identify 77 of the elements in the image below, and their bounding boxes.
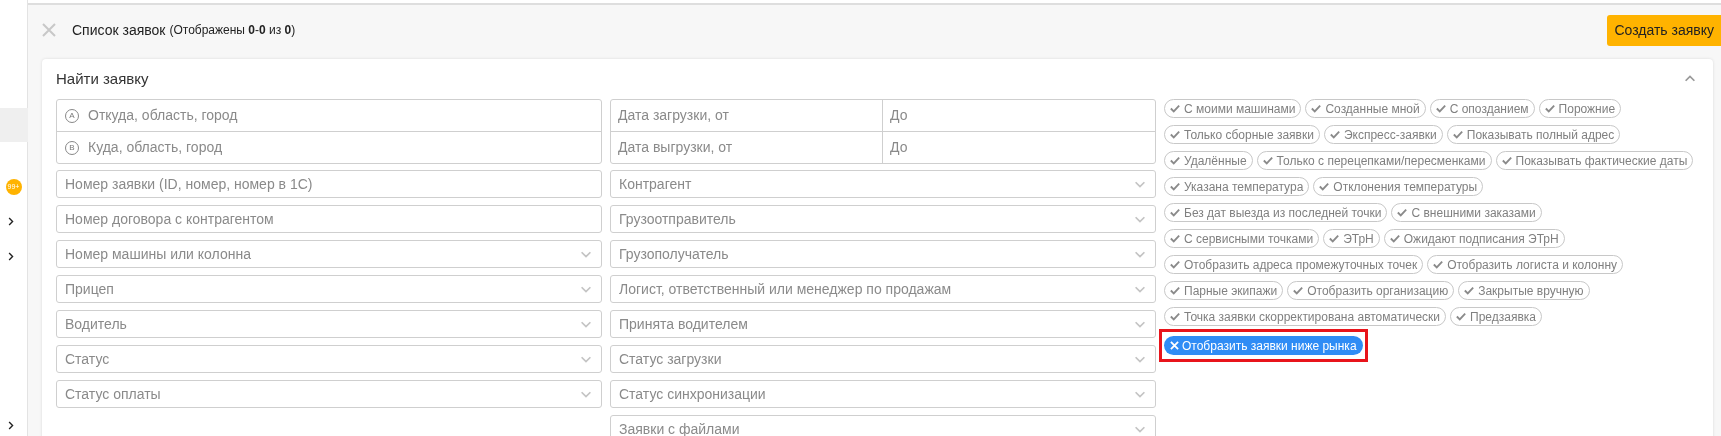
filter-tag[interactable]: Созданные мной [1305,99,1426,118]
sidebar-item-highlight[interactable] [0,108,28,142]
filter-tag[interactable]: Только сборные заявки [1164,125,1320,144]
filter-tag[interactable]: Отобразить организацию [1287,281,1455,300]
panel-title: Найти заявку [56,68,149,89]
select-field[interactable]: Прицеп [56,275,602,303]
filter-tag[interactable]: Порожние [1538,99,1622,118]
filter-tag[interactable]: Указана температура [1164,177,1310,196]
filter-tag[interactable]: Ожидают подписания ЭТрН [1383,229,1565,248]
check-icon [1452,130,1463,139]
filter-tag[interactable]: С опозданием [1429,99,1535,118]
check-icon [1170,312,1180,321]
check-icon [1501,156,1512,165]
select-field[interactable]: Принята водителем [610,310,1156,338]
check-icon [1170,104,1180,113]
filter-tag[interactable]: Парные экипажи [1164,281,1284,300]
check-icon [1397,208,1408,217]
date-from-field[interactable]: Дата загрузки, от [611,100,883,131]
filter-tag[interactable]: С сервисными точками [1164,229,1320,248]
select-field[interactable]: Статус синхронизации [610,380,1156,408]
check-icon [1170,182,1180,191]
results-summary: (Отображены 0-0 из 0) [169,22,296,39]
select-field[interactable]: Номер машины или колонна [56,240,602,268]
check-icon [1433,260,1444,269]
check-icon [1389,234,1400,243]
filter-tag[interactable]: Показывать полный адрес [1446,125,1621,144]
check-icon [1262,156,1273,165]
page-title: Список заявок [72,20,166,40]
check-icon [1435,104,1446,113]
filter-tag[interactable]: Экспресс-заявки [1323,125,1443,144]
date-to-field[interactable]: До [883,132,1155,163]
check-icon [1293,286,1304,295]
select-field[interactable]: Контрагент [610,170,1156,198]
filter-tag[interactable]: Отклонения температуры [1313,177,1484,196]
check-icon [1170,286,1180,295]
filter-tag[interactable]: Показывать фактические даты [1495,151,1694,170]
route-field[interactable]: A Откуда, область, город [57,100,601,131]
filter-tag[interactable]: Отобразить заявки ниже рынка [1164,336,1363,355]
input-field[interactable]: Номер договора с контрагентом [56,205,602,233]
check-icon [1319,182,1330,191]
filter-tag[interactable]: Удалённые [1164,151,1253,170]
filter-tag[interactable]: Отобразить адреса промежуточных точек [1164,255,1424,274]
date-from-field[interactable]: Дата выгрузки, от [611,132,883,163]
input-field[interactable]: Номер заявки (ID, номер, номер в 1С) [56,170,602,198]
filter-tag[interactable]: С моими машинами [1164,99,1302,118]
check-icon [1170,234,1180,243]
check-icon [1329,234,1340,243]
check-icon [1170,156,1180,165]
check-icon [1456,312,1467,321]
check-icon [1170,208,1180,217]
filter-tag[interactable]: ЭТрН [1323,229,1380,248]
select-field[interactable]: Логист, ответственный или менеджер по продажам [610,275,1156,303]
select-field[interactable]: Статус [56,345,602,373]
route-field[interactable]: B Куда, область, город [57,131,601,163]
check-icon [1464,286,1475,295]
filter-tag[interactable]: С внешними заказами [1391,203,1542,222]
close-icon[interactable] [42,23,56,37]
create-button[interactable]: Создать заявку [1607,14,1721,46]
select-field[interactable]: Грузополучатель [610,240,1156,268]
check-icon [1311,104,1322,113]
select-field[interactable]: Водитель [56,310,602,338]
select-field[interactable]: Грузоотправитель [610,205,1156,233]
select-field[interactable]: Заявки с файлами [610,415,1156,436]
select-field[interactable]: Статус загрузки [610,345,1156,373]
filter-tag[interactable]: Только с перецепками/пересменками [1256,151,1492,170]
filter-tag[interactable]: Отобразить логиста и колонну [1427,255,1624,274]
filter-tag[interactable]: Закрытые вручную [1458,281,1590,300]
check-icon [1329,130,1340,139]
filter-tag[interactable]: Точка заявки скорректирована автоматически [1164,307,1447,326]
select-field[interactable]: Статус оплаты [56,380,602,408]
close-icon [1170,341,1179,350]
filter-tag[interactable]: Без дат выезда из последней точки [1164,203,1388,222]
check-icon [1170,260,1180,269]
filter-tag[interactable]: Предзаявка [1450,307,1542,326]
check-icon [1170,130,1180,139]
check-icon [1544,104,1555,113]
date-to-field[interactable]: До [883,100,1155,131]
